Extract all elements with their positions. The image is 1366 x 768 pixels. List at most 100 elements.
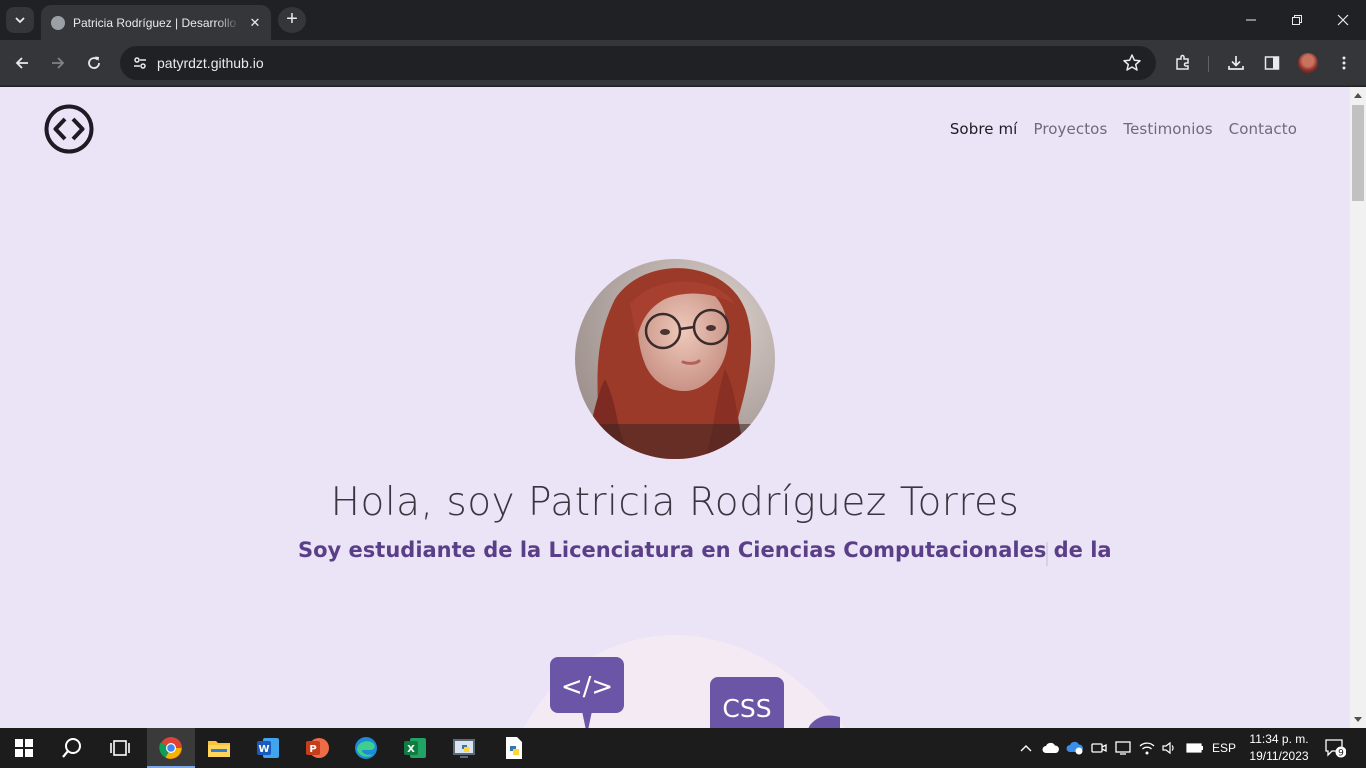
chevron-down-icon: [15, 17, 25, 24]
taskbar-powerpoint[interactable]: P: [293, 728, 341, 768]
star-icon: [1123, 54, 1141, 71]
cloud-sync-icon: [1066, 741, 1083, 755]
downloads-button[interactable]: [1224, 51, 1248, 75]
display-tray[interactable]: [1112, 728, 1134, 768]
minimize-button[interactable]: [1228, 0, 1274, 40]
illustration-graphic: </> CSS: [523, 635, 845, 728]
url-text[interactable]: patyrdzt.github.io: [157, 55, 264, 71]
forward-button[interactable]: [44, 49, 72, 77]
svg-text:X: X: [407, 744, 415, 755]
taskbar-python-file[interactable]: [490, 728, 538, 768]
scrollbar-thumb[interactable]: [1352, 105, 1364, 201]
cloud-icon: [1042, 742, 1059, 753]
tune-icon: [134, 57, 146, 69]
chrome-icon: [159, 737, 182, 759]
browser-toolbar: patyrdzt.github.io: [0, 40, 1366, 86]
typing-cursor: [1046, 542, 1048, 566]
close-icon: [1337, 14, 1349, 26]
camera-icon: [1091, 743, 1107, 753]
windows-start-icon: [15, 739, 33, 757]
css-bubble-label: CSS: [722, 694, 771, 723]
side-panel-button[interactable]: [1260, 51, 1284, 75]
close-window-button[interactable]: [1320, 0, 1366, 40]
toolbar-divider: [1208, 56, 1209, 72]
tab-close-button[interactable]: ✕: [247, 15, 263, 31]
svg-text:P: P: [309, 744, 316, 755]
show-hidden-icons-button[interactable]: [1016, 728, 1036, 768]
more-vert-icon: [1342, 56, 1346, 70]
bookmark-star-button[interactable]: [1122, 53, 1142, 78]
notification-count: 9: [1338, 749, 1344, 759]
taskbar-file-explorer[interactable]: [195, 728, 243, 768]
taskbar-chrome[interactable]: [147, 728, 195, 768]
active-tab[interactable]: Patricia Rodríguez | Desarrollo ✕: [41, 5, 271, 40]
scroll-up-arrow-icon[interactable]: [1354, 93, 1362, 98]
code-logo-icon[interactable]: [44, 104, 94, 154]
hero-title: Hola, soy Patricia Rodríguez Torres: [330, 480, 1020, 525]
hero-subtitle: Soy estudiante de la Licenciatura en Cie…: [298, 538, 1112, 562]
excel-icon: X: [404, 738, 426, 758]
svg-text:W: W: [258, 744, 269, 755]
restore-button[interactable]: [1274, 0, 1320, 40]
edge-icon: [355, 737, 377, 759]
download-icon: [1228, 56, 1244, 70]
start-button[interactable]: [0, 728, 48, 768]
restore-icon: [1292, 15, 1302, 25]
extensions-button[interactable]: [1171, 51, 1195, 75]
onedrive-tray[interactable]: [1040, 728, 1062, 768]
arrow-right-icon: [52, 57, 65, 69]
reload-button[interactable]: [80, 49, 108, 77]
arrow-left-icon: [15, 57, 28, 69]
word-icon: W: [257, 738, 279, 758]
site-info-button[interactable]: [128, 51, 152, 75]
main-nav: Sobre mí Proyectos Testimonios Contacto: [950, 120, 1297, 138]
chrome-menu-button[interactable]: [1332, 51, 1356, 75]
taskbar-search-button[interactable]: [48, 728, 96, 768]
windows-taskbar: W P X ESP 11:34 p. m. 19/11/2023 9: [0, 728, 1366, 768]
tab-search-button[interactable]: [6, 7, 34, 33]
powerpoint-icon: P: [306, 738, 329, 758]
nav-link-proyectos[interactable]: Proyectos: [1033, 120, 1107, 138]
onedrive-sync-tray[interactable]: [1064, 728, 1086, 768]
battery-tray[interactable]: [1183, 728, 1207, 768]
python-file-icon: [506, 737, 522, 759]
browser-tab-bar: Patricia Rodríguez | Desarrollo ✕ +: [0, 0, 1366, 40]
file-explorer-icon: [208, 741, 230, 757]
portrait-image: [575, 259, 775, 459]
network-tray[interactable]: [1136, 728, 1158, 768]
taskbar-edge[interactable]: [342, 728, 390, 768]
battery-icon: [1186, 743, 1203, 753]
minimize-icon: [1246, 19, 1256, 21]
speaker-icon: [1162, 741, 1174, 755]
task-view-button[interactable]: [96, 728, 144, 768]
chevron-up-icon: [1020, 745, 1032, 752]
illustration: </> CSS: [520, 635, 850, 728]
nav-link-contacto[interactable]: Contacto: [1229, 120, 1297, 138]
taskbar-python-idle[interactable]: [440, 728, 488, 768]
clock-time: 11:34 p. m.: [1249, 732, 1309, 746]
nav-link-testimonios[interactable]: Testimonios: [1123, 120, 1212, 138]
meet-now-tray[interactable]: [1088, 728, 1110, 768]
taskbar-excel[interactable]: X: [391, 728, 439, 768]
notification-icon: 9: [1325, 739, 1346, 759]
puzzle-icon: [1176, 54, 1189, 70]
clock-date: 19/11/2023: [1249, 749, 1309, 763]
address-bar[interactable]: patyrdzt.github.io: [120, 46, 1156, 80]
volume-tray[interactable]: [1158, 728, 1180, 768]
back-button[interactable]: [8, 49, 36, 77]
language-indicator[interactable]: ESP: [1210, 728, 1238, 768]
action-center-button[interactable]: 9: [1320, 728, 1350, 768]
side-panel-icon: [1264, 56, 1280, 70]
favicon-icon: [51, 15, 65, 30]
profile-avatar[interactable]: [1298, 53, 1318, 73]
nav-link-sobre-mi[interactable]: Sobre mí: [950, 120, 1018, 138]
page-viewport: Sobre mí Proyectos Testimonios Contacto: [0, 87, 1350, 728]
taskbar-clock[interactable]: 11:34 p. m. 19/11/2023: [1240, 731, 1318, 765]
page-scrollbar[interactable]: [1350, 87, 1366, 728]
task-view-icon: [110, 740, 130, 756]
monitor-icon: [1115, 741, 1131, 755]
new-tab-button[interactable]: +: [278, 7, 306, 33]
scroll-down-arrow-icon[interactable]: [1354, 717, 1362, 722]
taskbar-word[interactable]: W: [244, 728, 292, 768]
profile-photo: [575, 259, 775, 459]
